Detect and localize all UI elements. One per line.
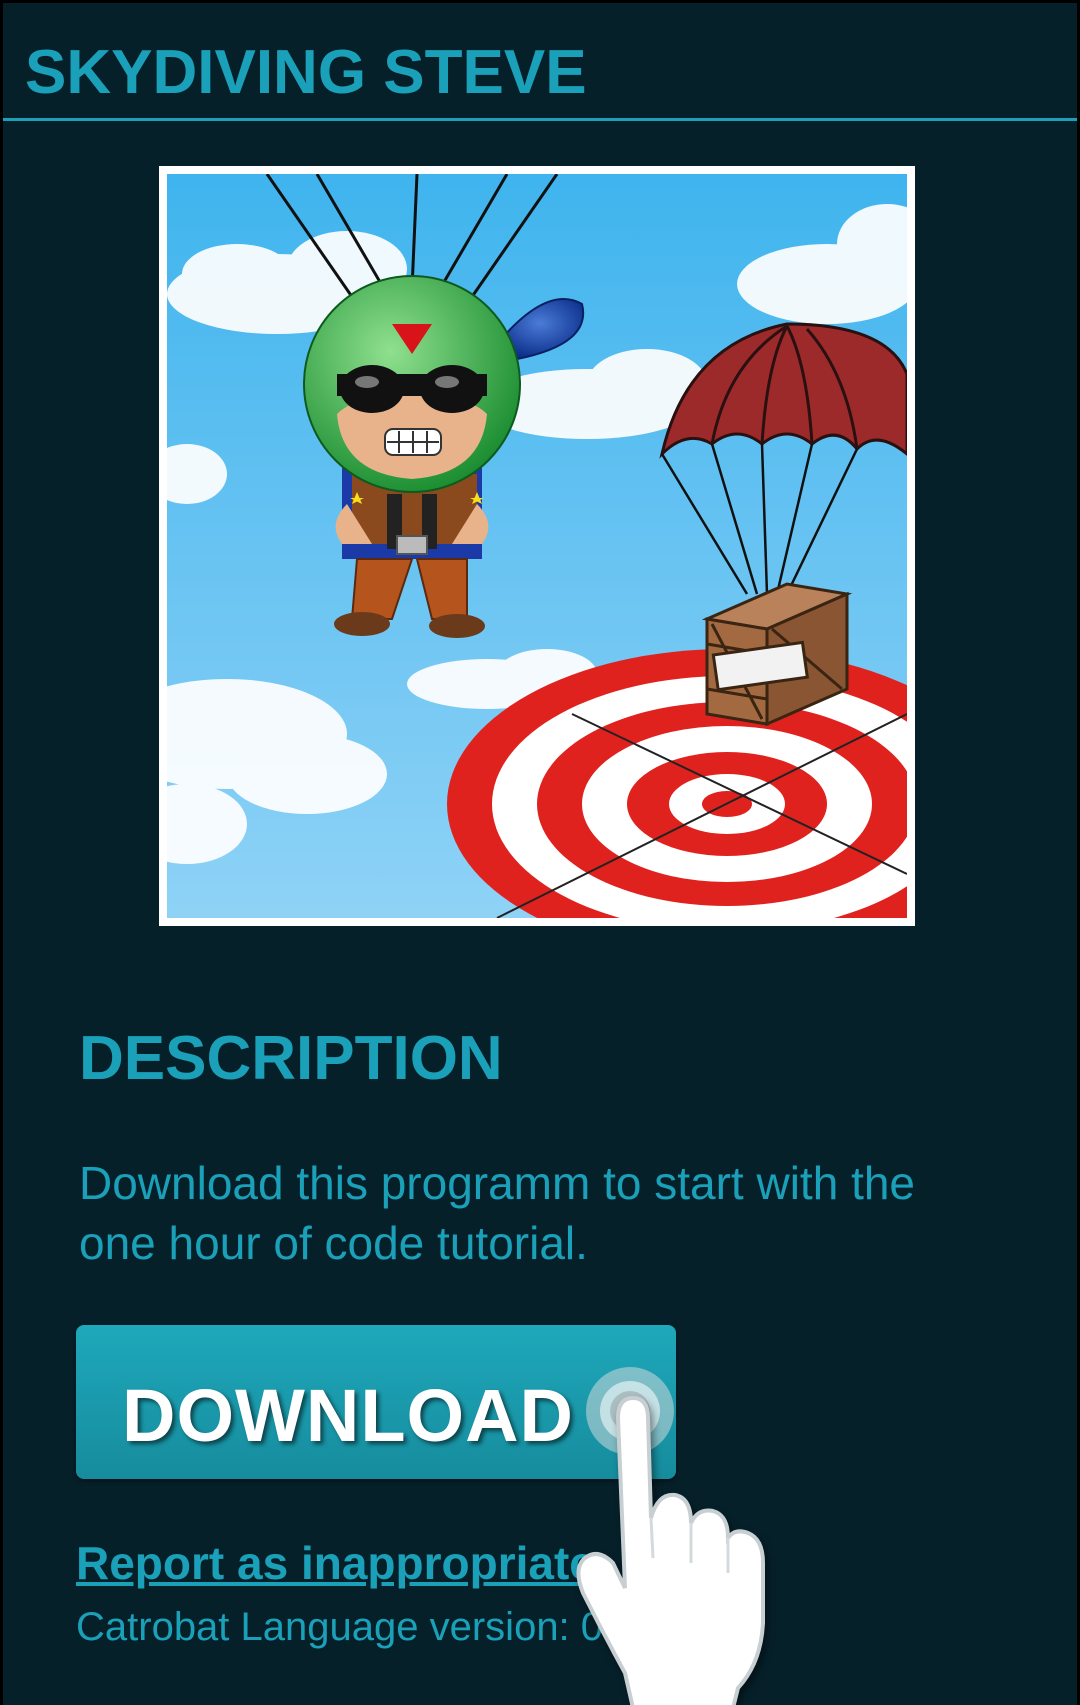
download-button[interactable]: DOWNLOAD <box>76 1325 676 1479</box>
title-bar: SKYDIVING STEVE <box>3 3 1077 121</box>
program-title: SKYDIVING STEVE <box>25 38 587 107</box>
description-text: Download this programm to start with the… <box>79 1157 916 1269</box>
description-heading: DESCRIPTION <box>79 1024 503 1093</box>
program-thumbnail[interactable] <box>159 166 915 926</box>
thumbnail-illustration <box>167 174 907 918</box>
report-inappropriate-link[interactable]: Report as inappropriate <box>76 1536 595 1590</box>
program-details-screen: SKYDIVING STEVE DESCRIPTION Download thi… <box>0 0 1080 1705</box>
download-button-label: DOWNLOAD <box>122 1374 574 1457</box>
language-version-text: Catrobat Language version: 0 <box>76 1605 604 1649</box>
